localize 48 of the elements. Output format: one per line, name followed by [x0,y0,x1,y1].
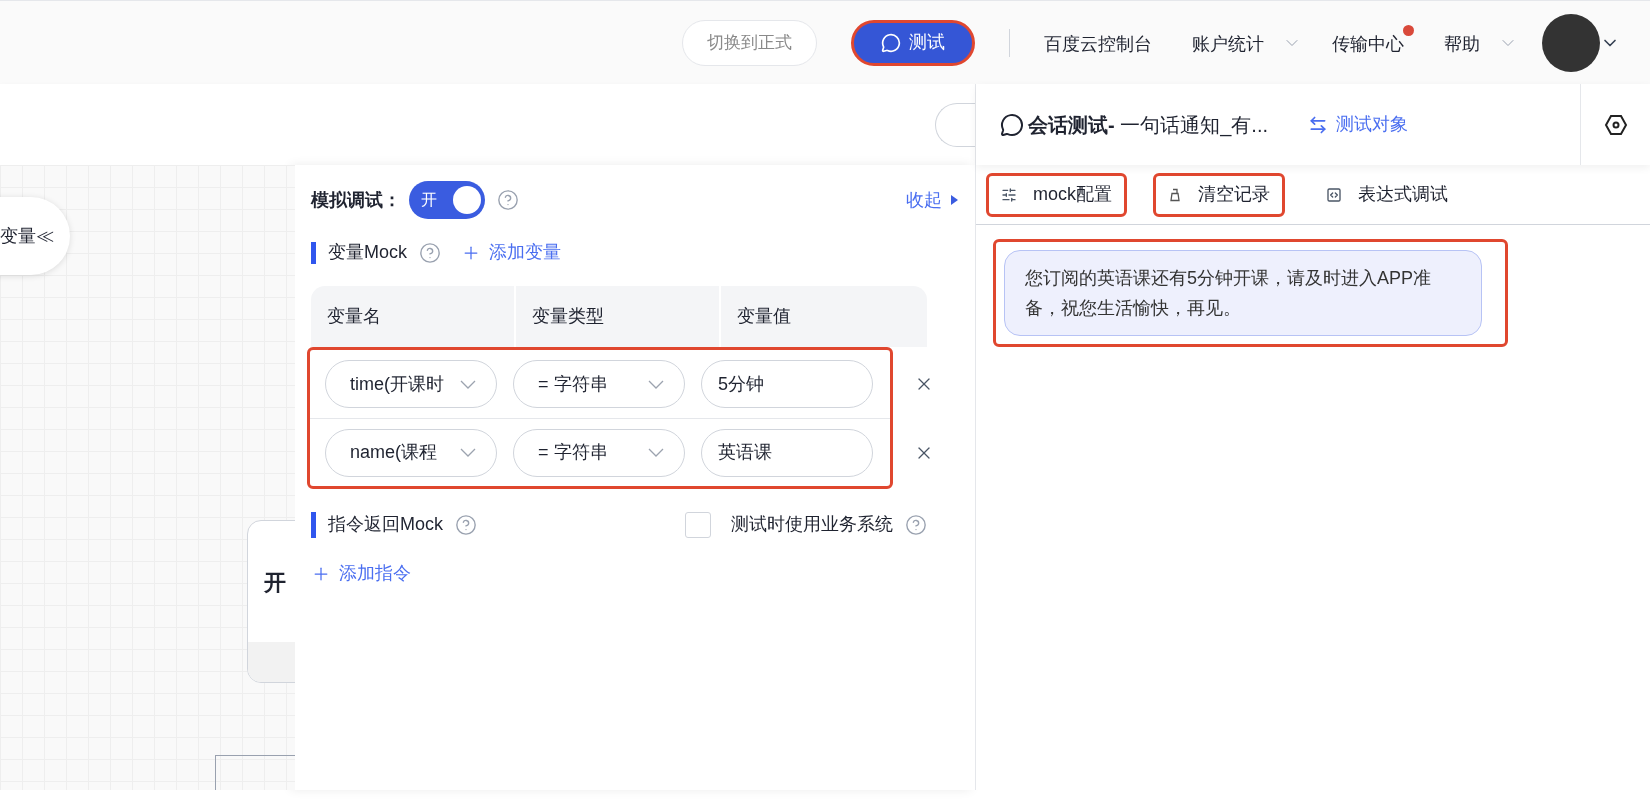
nav-item[interactable]: 传输中心 [1332,25,1414,60]
panel-title: 模拟调试： [311,188,401,212]
nav-link[interactable]: 帮助 [1444,34,1480,54]
help-icon[interactable] [905,513,927,536]
toolbar-tool[interactable]: mock配置 [986,172,1127,217]
node-title: 开 [263,569,287,597]
toolbar-tool[interactable]: 表达式调试 [1311,172,1463,217]
settings-icon[interactable] [1603,112,1628,137]
variables-tab[interactable]: 变量≪ [0,197,70,275]
test-button[interactable]: 测试 [851,19,975,66]
checkbox[interactable] [685,511,711,538]
nav-link[interactable]: 百度云控制台 [1044,34,1152,54]
chat-icon [1000,112,1024,137]
chat-title: 会话测试- 一句话通知_有... [1028,112,1269,139]
play-icon[interactable] [950,194,959,206]
chevron-down-icon [460,448,476,457]
toggle-switch[interactable]: 开 [409,181,485,219]
flow-node[interactable]: 开 [247,520,295,683]
chevron-down-icon [648,379,664,389]
broom-icon [1168,187,1182,202]
collapse-link[interactable]: 收起 [906,186,942,214]
help-icon[interactable] [419,241,441,264]
nav-link[interactable]: 账户统计 [1192,34,1264,54]
nav-item[interactable]: 帮助 [1444,25,1518,60]
chevron-down-icon [460,379,476,389]
add-variable-link[interactable]: 添加变量 [461,239,561,266]
column-header: 变量名 [327,305,381,328]
section-title: 指令返回Mock [328,513,443,536]
chevron-down-icon [648,448,664,457]
message-bubble: 您订阅的英语课还有5分钟开课，请及时进入APP准备，祝您生活愉快，再见。 [1004,250,1482,336]
chat-icon [881,32,901,53]
test-target-link[interactable]: 测试对象 [1308,111,1409,138]
help-icon[interactable] [497,189,519,211]
help-icon[interactable] [455,513,477,536]
code-icon [1326,186,1342,203]
avatar[interactable] [1542,13,1600,72]
nav-link[interactable]: 传输中心 [1332,34,1404,54]
nav-item[interactable]: 账户统计 [1192,25,1302,60]
add-command-link[interactable]: 添加指令 [311,560,411,587]
column-header: 变量值 [737,305,791,328]
column-header: 变量类型 [532,305,604,328]
section-marker [311,241,316,264]
section-marker [311,511,316,538]
toolbar-tool[interactable]: 清空记录 [1153,172,1285,217]
sliders-icon [1001,186,1017,203]
checkbox-label: 测试时使用业务系统 [731,513,893,536]
nav-item[interactable]: 百度云控制台 [1044,25,1162,60]
section-title: 变量Mock [328,241,407,264]
